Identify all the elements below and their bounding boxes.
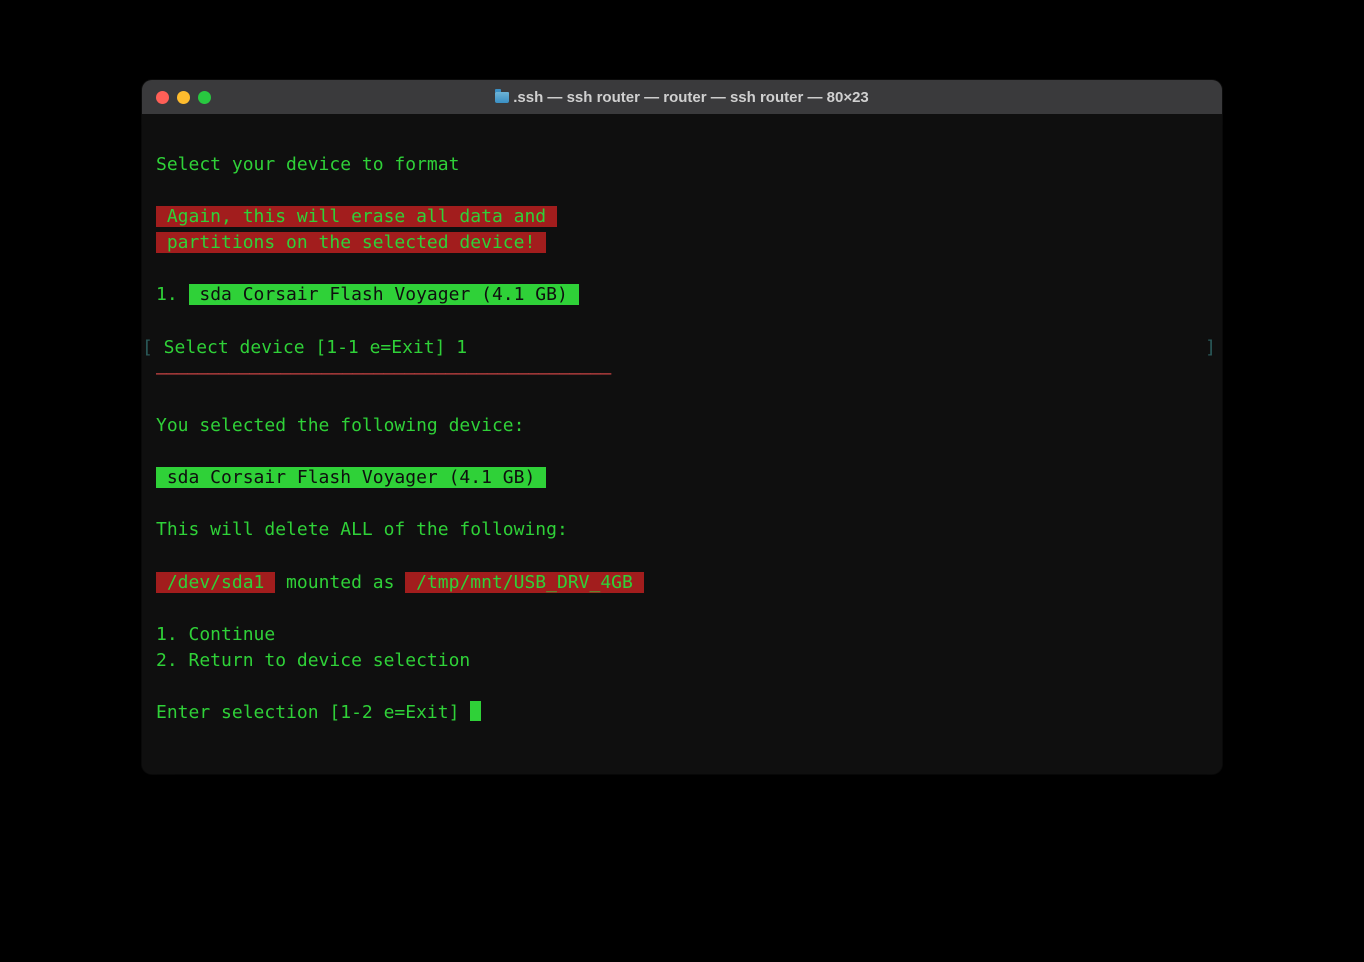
window-title-text: .ssh — ssh router — router — ssh router … xyxy=(513,89,869,106)
select-device-header: Select your device to format xyxy=(156,154,459,175)
select-device-prompt: Select device [1-1 e=Exit] 1 xyxy=(153,337,467,358)
warning-line-1: Again, this will erase all data and xyxy=(156,206,557,227)
prompt-bracket-left: [ xyxy=(142,337,153,358)
option-continue: 1. Continue xyxy=(156,624,275,645)
warning-line-2: partitions on the selected device! xyxy=(156,232,546,253)
enter-selection-prompt: Enter selection [1-2 e=Exit] xyxy=(156,702,470,723)
close-button[interactable] xyxy=(156,91,169,104)
cursor xyxy=(470,701,481,721)
folder-icon xyxy=(495,92,509,103)
selected-device-heading: You selected the following device: xyxy=(156,415,524,436)
divider-line: ————————————————————————————————————————… xyxy=(156,363,611,384)
delete-device-path: /dev/sda1 xyxy=(156,572,275,593)
delete-warning-heading: This will delete ALL of the following: xyxy=(156,519,568,540)
minimize-button[interactable] xyxy=(177,91,190,104)
prompt-bracket-right: ] xyxy=(1205,335,1216,361)
mounted-as-label: mounted as xyxy=(275,572,405,593)
window-title: .ssh — ssh router — router — ssh router … xyxy=(142,89,1222,106)
terminal-body[interactable]: Select your device to format Again, this… xyxy=(142,114,1222,774)
terminal-window: .ssh — ssh router — router — ssh router … xyxy=(142,80,1222,774)
selected-device: sda Corsair Flash Voyager (4.1 GB) xyxy=(156,467,546,488)
device-list-number: 1. xyxy=(156,284,189,305)
delete-mount-path: /tmp/mnt/USB_DRV_4GB xyxy=(405,572,643,593)
traffic-lights xyxy=(156,91,211,104)
zoom-button[interactable] xyxy=(198,91,211,104)
option-return: 2. Return to device selection xyxy=(156,650,470,671)
window-titlebar[interactable]: .ssh — ssh router — router — ssh router … xyxy=(142,80,1222,114)
device-list-item-1: sda Corsair Flash Voyager (4.1 GB) xyxy=(189,284,579,305)
